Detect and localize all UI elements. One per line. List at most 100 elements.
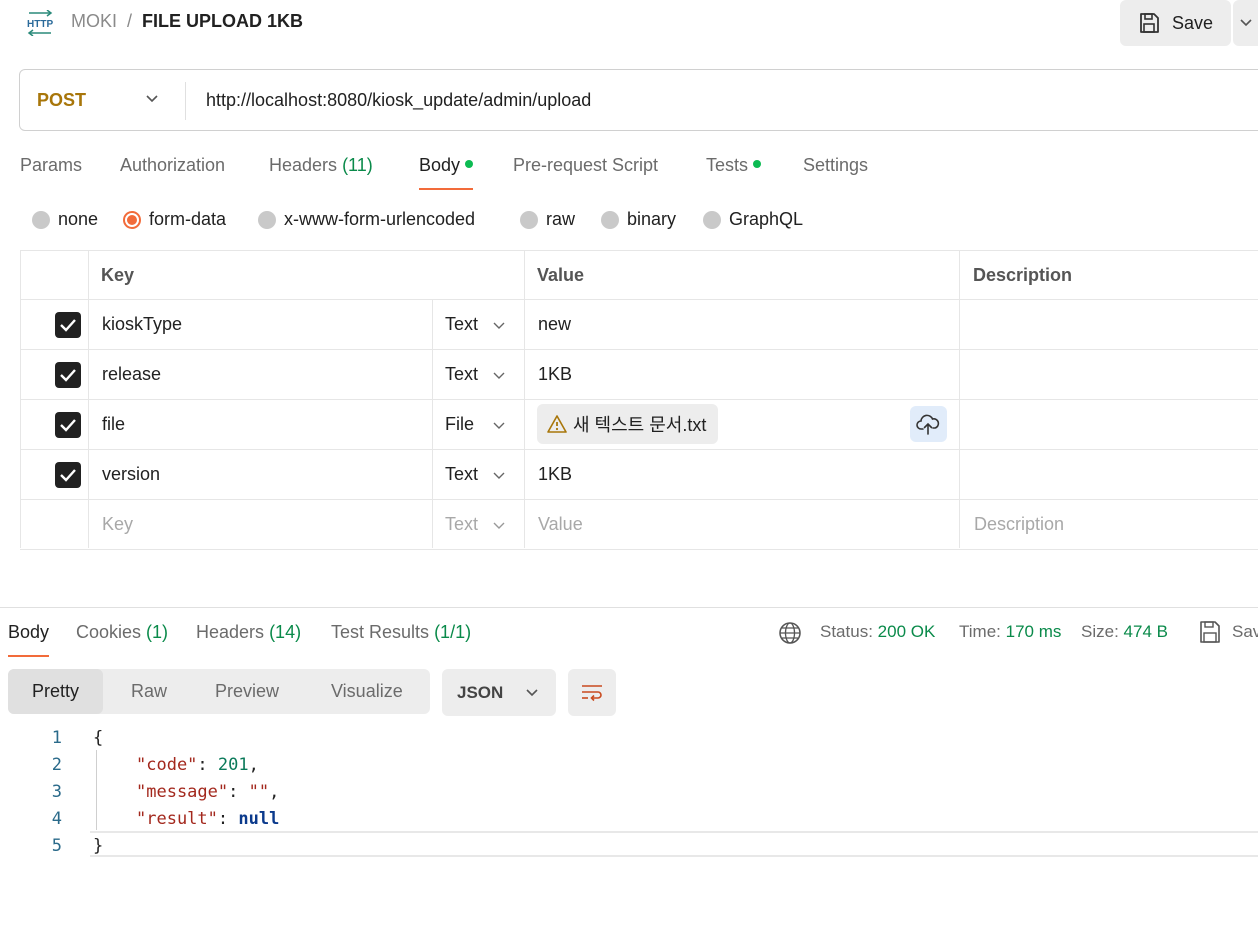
tab-pre-request-script[interactable]: Pre-request Script (513, 155, 658, 176)
body-type-form-data[interactable]: form-data (123, 209, 226, 230)
line-number: 5 (51, 836, 62, 856)
request-title[interactable]: FILE UPLOAD 1KB (142, 11, 303, 32)
breadcrumb-collection[interactable]: MOKI (71, 11, 117, 32)
body-type-binary[interactable]: binary (601, 209, 676, 230)
row-key-input[interactable]: version (102, 464, 160, 485)
row-enabled-checkbox[interactable] (55, 462, 81, 488)
response-time: Time: 170 ms (959, 622, 1062, 641)
save-response-button[interactable]: Save (1198, 620, 1258, 644)
save-button-label: Save (1172, 12, 1214, 33)
response-status: Status: 200 OK (820, 622, 936, 641)
chevron-down-icon (526, 688, 538, 696)
tab-headers[interactable]: Headers (11) (269, 155, 373, 176)
table-row: file File 새 텍스트 문서.txt (20, 400, 1258, 450)
body-type-none[interactable]: none (32, 209, 98, 230)
url-divider (185, 82, 186, 120)
radio-icon (258, 210, 276, 229)
table-row: version Text 1KB (20, 450, 1258, 500)
row-value-input[interactable]: 1KB (538, 464, 572, 485)
radio-icon (32, 210, 50, 229)
http-request-icon: HTTP (27, 10, 53, 36)
new-key-input[interactable]: Key (102, 514, 133, 535)
response-tab-cookies[interactable]: Cookies (1) (76, 622, 168, 643)
warning-icon (547, 415, 567, 433)
code-line: "result": null (136, 809, 280, 829)
url-bar: POST http://localhost:8080/kiosk_update/… (19, 69, 1258, 131)
wrap-lines-button[interactable] (568, 669, 616, 716)
row-enabled-checkbox[interactable] (55, 312, 81, 338)
selected-file-chip[interactable]: 새 텍스트 문서.txt (537, 404, 719, 444)
code-line: "code": 201, (136, 755, 259, 775)
tab-body[interactable]: Body (419, 155, 474, 190)
line-number: 4 (51, 809, 62, 829)
table-header-row: Key Value Description (20, 250, 1258, 300)
line-number: 3 (51, 782, 62, 802)
chevron-down-icon[interactable] (492, 470, 506, 482)
row-value-input[interactable]: 1KB (538, 364, 572, 385)
response-size: Size: 474 B (1081, 622, 1168, 641)
format-label: JSON (457, 682, 504, 702)
tab-tests[interactable]: Tests (706, 155, 762, 176)
chevron-down-icon[interactable] (492, 420, 506, 432)
cloud-upload-icon (916, 414, 940, 435)
checkmark-icon (60, 419, 76, 432)
row-type-select[interactable]: Text (445, 364, 478, 385)
view-mode-group: Pretty Raw Preview Visualize (8, 669, 430, 714)
indent-guide (96, 750, 97, 830)
format-select[interactable]: JSON (442, 669, 556, 716)
svg-text:HTTP: HTTP (27, 19, 53, 30)
tab-params[interactable]: Params (20, 155, 82, 176)
code-line: { (93, 728, 104, 748)
status-dot (465, 160, 474, 169)
save-options-button[interactable] (1233, 0, 1258, 46)
new-description-input[interactable]: Description (974, 514, 1064, 535)
chevron-down-icon (1240, 19, 1252, 27)
checkmark-icon (60, 469, 76, 482)
globe-icon[interactable] (778, 621, 802, 645)
new-value-input[interactable]: Value (538, 514, 583, 535)
wrap-lines-icon (582, 685, 602, 702)
response-tab-body[interactable]: Body (8, 622, 50, 657)
checkmark-icon (60, 369, 76, 382)
row-type-select[interactable]: File (445, 414, 474, 435)
radio-icon (520, 210, 538, 229)
save-button[interactable]: Save (1120, 0, 1231, 46)
row-key-input[interactable]: kioskType (102, 314, 182, 335)
line-number: 1 (51, 728, 62, 748)
response-tab-headers[interactable]: Headers (14) (196, 622, 301, 643)
view-mode-raw[interactable]: Raw (131, 669, 167, 714)
radio-selected-icon (123, 210, 141, 229)
url-input[interactable]: http://localhost:8080/kiosk_update/admin… (206, 90, 591, 111)
save-response-label: Save (1232, 622, 1258, 641)
chevron-down-icon[interactable] (145, 92, 159, 106)
row-key-input[interactable]: release (102, 364, 161, 385)
code-line: "message": "", (136, 782, 280, 802)
table-row: kioskType Text new (20, 300, 1258, 350)
radio-icon (601, 210, 619, 229)
chevron-down-icon[interactable] (492, 520, 506, 532)
tab-authorization[interactable]: Authorization (120, 155, 225, 176)
row-type-select[interactable]: Text (445, 464, 478, 485)
body-type-raw[interactable]: raw (520, 209, 575, 230)
view-mode-preview[interactable]: Preview (215, 669, 279, 714)
method-select[interactable]: POST (37, 90, 86, 111)
breadcrumb: MOKI / FILE UPLOAD 1KB (71, 11, 303, 32)
new-type-select[interactable]: Text (445, 514, 478, 535)
row-key-input[interactable]: file (102, 414, 125, 435)
row-value-input[interactable]: new (538, 314, 571, 335)
body-type-urlencoded[interactable]: x-www-form-urlencoded (258, 209, 475, 230)
column-header-value: Value (537, 265, 585, 285)
table-row-new: Key Text Value Description (20, 500, 1258, 550)
row-enabled-checkbox[interactable] (55, 362, 81, 388)
body-type-graphql[interactable]: GraphQL (703, 209, 803, 230)
upload-file-button[interactable] (910, 406, 947, 442)
response-tab-test-results[interactable]: Test Results (1/1) (331, 622, 471, 643)
view-mode-pretty[interactable]: Pretty (8, 669, 104, 714)
column-header-key: Key (101, 265, 135, 285)
row-type-select[interactable]: Text (445, 314, 478, 335)
tab-settings[interactable]: Settings (803, 155, 868, 176)
chevron-down-icon[interactable] (492, 370, 506, 382)
row-enabled-checkbox[interactable] (55, 412, 81, 438)
view-mode-visualize[interactable]: Visualize (331, 669, 403, 714)
chevron-down-icon[interactable] (492, 320, 506, 332)
